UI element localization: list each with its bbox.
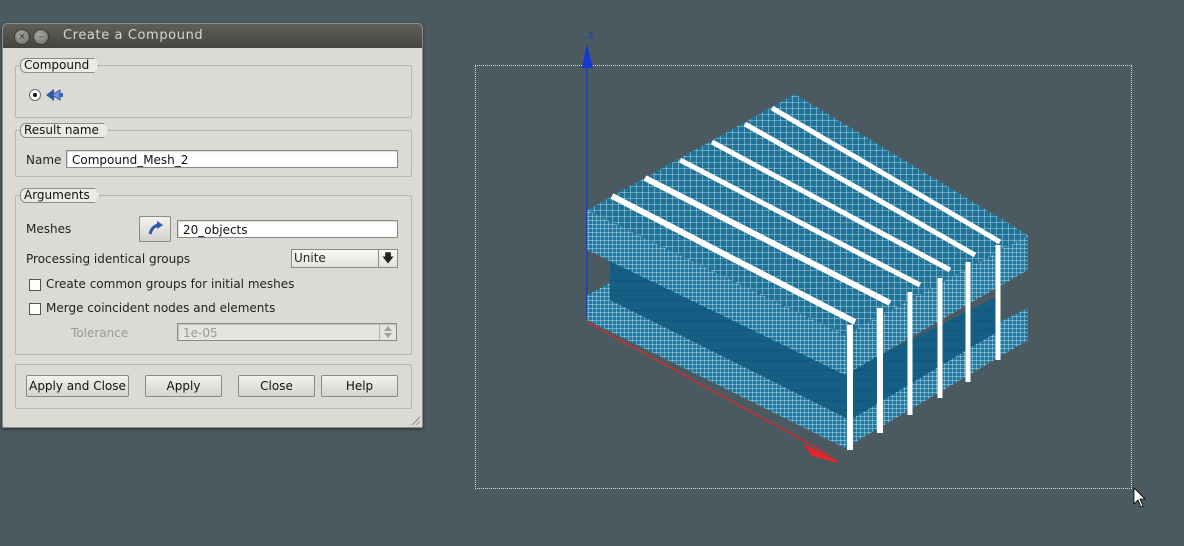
mesh-viewer[interactable]: z [0, 0, 1184, 546]
x-axis-arrow-icon [803, 443, 839, 463]
mouse-cursor-icon [1133, 487, 1146, 508]
z-axis-label: z [588, 30, 593, 41]
z-axis-arrow-icon [582, 44, 593, 68]
